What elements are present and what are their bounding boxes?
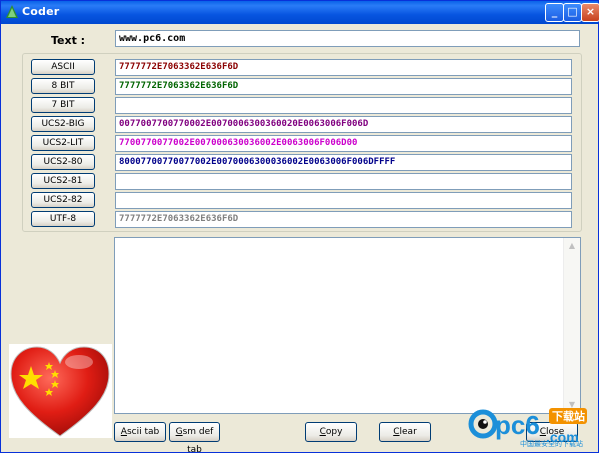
copy-button[interactable]: Copy [305,422,357,442]
encode-button-ucs2-80[interactable]: UCS2-80 [31,154,95,170]
maximize-icon: □ [567,5,578,18]
encode-button-ucs2-big[interactable]: UCS2-BIG [31,116,95,132]
watermark-brand: pc6 [495,410,540,440]
app-icon [6,5,18,18]
title-bar[interactable]: Coder _ □ × [1,1,599,24]
gsm-def-tab-button[interactable]: Gsm def tab [169,422,220,455]
encode-button-7-bit[interactable]: 7 BIT [31,97,95,113]
encode-button-ucs2-81[interactable]: UCS2-81 [31,173,95,189]
encode-button-ucs2-82[interactable]: UCS2-82 [31,192,95,208]
encode-button-ucs2-lit[interactable]: UCS2-LIT [31,135,95,151]
minimize-button[interactable]: _ [545,3,564,22]
encode-field-utf-8[interactable]: 7777772E7063362E636F6D [115,210,572,228]
encode-field-ucs2-81[interactable] [115,172,572,190]
app-window: Coder _ □ × Text : www.pc6.com ASCII 7777… [0,0,599,455]
maximize-button[interactable]: □ [563,3,582,22]
encode-field-ascii[interactable]: 7777772E7063362E636F6D [115,58,572,76]
close-window-button[interactable]: × [581,3,599,22]
encode-button-ascii[interactable]: ASCII [31,59,95,75]
minimize-icon: _ [551,5,558,18]
output-textarea[interactable]: ▲ ▼ [114,237,581,414]
encode-field-7-bit[interactable] [115,96,572,114]
window-title: Coder [22,5,60,18]
encode-field-ucs2-80[interactable]: 80007700770077002E0070006300036002E00630… [115,153,572,171]
encode-field-ucs2-lit[interactable]: 7700770077002E007000630036002E0063006F00… [115,134,572,152]
encode-button-utf-8[interactable]: UTF-8 [31,211,95,227]
china-flag-heart-image [9,344,112,438]
watermark-badge: 下载站 [552,409,585,423]
ascii-tab-button[interactable]: Ascii tab [114,422,166,442]
text-input[interactable]: www.pc6.com [115,30,580,47]
close-icon: × [585,5,596,18]
encode-field-ucs2-big[interactable]: 0077007700770002E0070006300360020E006300… [115,115,572,133]
output-scrollbar[interactable]: ▲ ▼ [563,238,580,413]
encode-button-8-bit[interactable]: 8 BIT [31,78,95,94]
encode-field-ucs2-82[interactable] [115,191,572,209]
encode-field-8-bit[interactable]: 7777772E7063362E636F6D [115,77,572,95]
watermark-subtitle: 中国最安全的下载站 [520,440,583,448]
clear-button[interactable]: Clear [379,422,431,442]
text-label: Text : [51,34,86,47]
scroll-up-icon[interactable]: ▲ [565,239,579,253]
